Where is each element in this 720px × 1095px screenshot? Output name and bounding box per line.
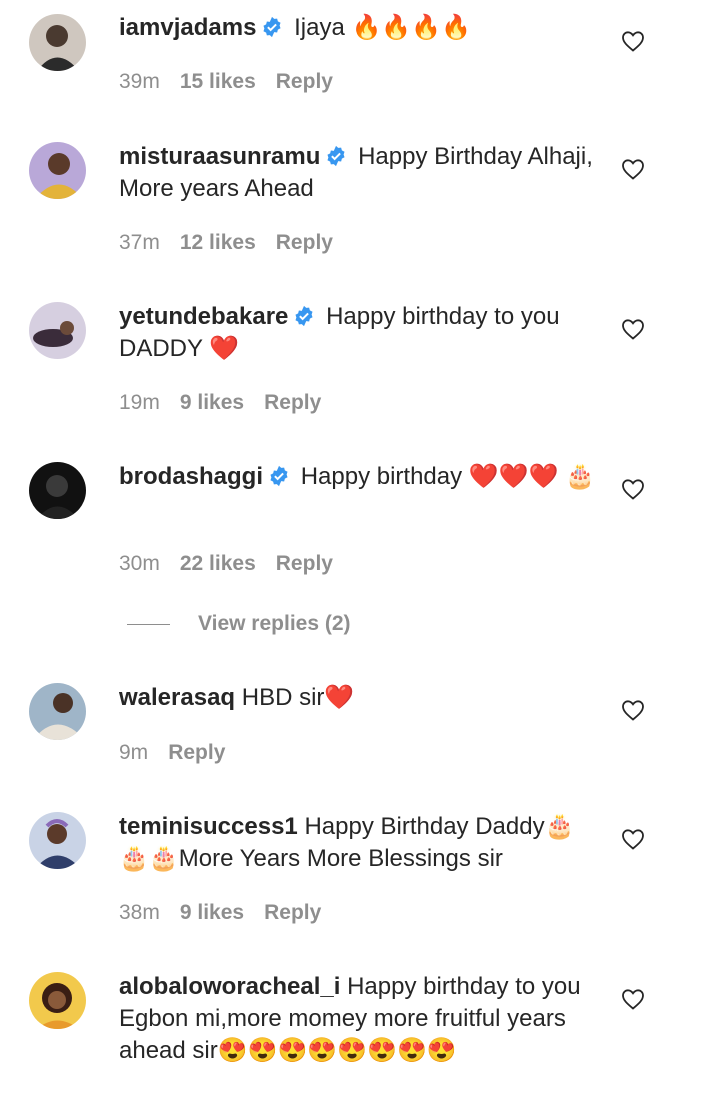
reply-button[interactable]: Reply bbox=[264, 901, 321, 924]
comment-time: 19m bbox=[119, 391, 160, 414]
comment-meta: 19m 9 likes Reply bbox=[119, 391, 341, 415]
comment-text: alobaloworacheal_i Happy birthday to you… bbox=[119, 971, 604, 1067]
reply-button[interactable]: Reply bbox=[276, 70, 333, 93]
avatar[interactable] bbox=[29, 972, 86, 1029]
comment-text: brodashaggi Happy birthday ❤️❤️❤️ 🎂 bbox=[119, 461, 604, 493]
avatar[interactable] bbox=[29, 812, 86, 869]
username[interactable]: brodashaggi bbox=[119, 463, 263, 490]
verified-badge-icon bbox=[261, 16, 283, 38]
comment-text: iamvjadams Ijaya 🔥🔥🔥🔥 bbox=[119, 12, 604, 44]
reply-button[interactable]: Reply bbox=[168, 741, 225, 764]
view-replies-label[interactable]: View replies (2) bbox=[198, 612, 351, 635]
comment-body: Ijaya 🔥🔥🔥🔥 bbox=[294, 14, 471, 41]
username[interactable]: misturaasunramu bbox=[119, 143, 320, 170]
comment-meta: 39m 15 likes Reply bbox=[119, 70, 353, 94]
comment-meta: 38m 9 likes Reply bbox=[119, 901, 341, 925]
likes-count[interactable]: 9 likes bbox=[180, 901, 244, 924]
heart-outline-icon[interactable] bbox=[621, 158, 645, 180]
reply-button[interactable]: Reply bbox=[264, 391, 321, 414]
reply-button[interactable]: Reply bbox=[276, 231, 333, 254]
comment-text: yetundebakare Happy birthday to you DADD… bbox=[119, 301, 604, 365]
username[interactable]: walerasaq bbox=[119, 684, 235, 711]
avatar[interactable] bbox=[29, 14, 86, 71]
heart-outline-icon[interactable] bbox=[621, 478, 645, 500]
avatar[interactable] bbox=[29, 462, 86, 519]
heart-outline-icon[interactable] bbox=[621, 828, 645, 850]
comment-text: teminisuccess1 Happy Birthday Daddy🎂 🎂🎂M… bbox=[119, 811, 604, 875]
avatar[interactable] bbox=[29, 142, 86, 199]
comment-meta: 30m 22 likes Reply bbox=[119, 552, 353, 576]
heart-outline-icon[interactable] bbox=[621, 30, 645, 52]
username[interactable]: iamvjadams bbox=[119, 14, 256, 41]
avatar[interactable] bbox=[29, 302, 86, 359]
likes-count[interactable]: 9 likes bbox=[180, 391, 244, 414]
verified-badge-icon bbox=[325, 145, 347, 167]
comment-text: misturaasunramu Happy Birthday Alhaji, M… bbox=[119, 141, 604, 205]
divider-line bbox=[127, 623, 170, 625]
likes-count[interactable]: 22 likes bbox=[180, 552, 256, 575]
heart-outline-icon[interactable] bbox=[621, 318, 645, 340]
heart-outline-icon[interactable] bbox=[621, 988, 645, 1010]
reply-button[interactable]: Reply bbox=[276, 552, 333, 575]
comment-body: HBD sir❤️ bbox=[241, 684, 355, 711]
username[interactable]: yetundebakare bbox=[119, 303, 288, 330]
username[interactable]: teminisuccess1 bbox=[119, 813, 298, 840]
comment-time: 37m bbox=[119, 231, 160, 254]
comment-body: Happy birthday ❤️❤️❤️ 🎂 bbox=[300, 463, 595, 490]
comment-text: walerasaq HBD sir❤️ bbox=[119, 682, 604, 714]
verified-badge-icon bbox=[293, 305, 315, 327]
likes-count[interactable]: 15 likes bbox=[180, 70, 256, 93]
heart-outline-icon[interactable] bbox=[621, 699, 645, 721]
comment-time: 39m bbox=[119, 70, 160, 93]
likes-count[interactable]: 12 likes bbox=[180, 231, 256, 254]
comment-meta: 9m Reply bbox=[119, 741, 245, 765]
comment-time: 30m bbox=[119, 552, 160, 575]
comment-meta: 37m 12 likes Reply bbox=[119, 231, 353, 255]
verified-badge-icon bbox=[268, 465, 290, 487]
view-replies-button[interactable]: View replies (2) bbox=[127, 612, 351, 636]
username[interactable]: alobaloworacheal_i bbox=[119, 973, 340, 1000]
comment-time: 38m bbox=[119, 901, 160, 924]
comment-time: 9m bbox=[119, 741, 149, 764]
avatar[interactable] bbox=[29, 683, 86, 740]
